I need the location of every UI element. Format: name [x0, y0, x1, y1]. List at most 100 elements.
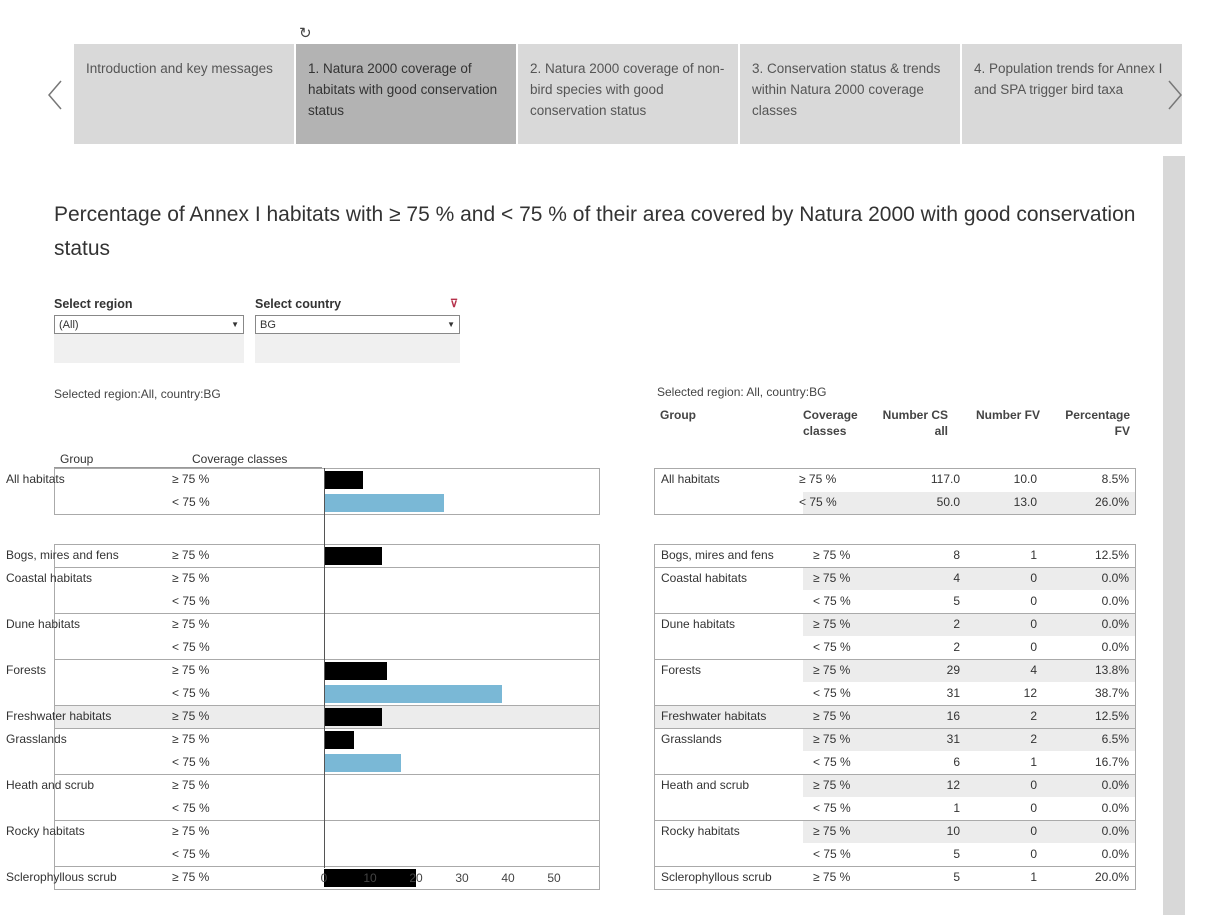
- chart-row: Sclerophyllous scrub ≥ 75 %: [0, 867, 272, 889]
- chart-row: < 75 %: [0, 492, 272, 514]
- table-cell-number-cs: 1: [953, 800, 960, 815]
- table-cell-number-fv: 0: [1030, 800, 1037, 815]
- chart-row-group-label: Grasslands: [6, 732, 67, 746]
- table-row: < 75 % 5 0 0.0%: [655, 844, 1135, 866]
- table-cell-number-cs: 10: [946, 824, 960, 838]
- table-cell-coverage: ≥ 75 %: [813, 548, 851, 562]
- chart-row: Forests ≥ 75 %: [0, 660, 272, 682]
- chart-row: < 75 %: [0, 637, 272, 659]
- table-cell-percentage: 16.7%: [1094, 754, 1129, 769]
- chart-row-coverage-label: < 75 %: [172, 800, 210, 815]
- tab-introduction[interactable]: Introduction and key messages: [74, 44, 294, 144]
- country-filter-label: Select country: [255, 297, 342, 311]
- table-cell-percentage: 0.0%: [1101, 617, 1129, 631]
- region-filter: Select region (All) ▼: [54, 293, 244, 363]
- chart-row-coverage-label: ≥ 75 %: [172, 732, 210, 746]
- tab-habitats-coverage[interactable]: 1. Natura 2000 coverage of habitats with…: [296, 44, 516, 144]
- x-tick-label: 10: [363, 871, 377, 885]
- table-cell-number-fv: 1: [1030, 548, 1037, 562]
- country-select[interactable]: BG ▼: [255, 315, 460, 334]
- tab-conservation-status[interactable]: 3. Conservation status & trends within N…: [740, 44, 960, 144]
- table-cell-coverage: < 75 %: [799, 494, 837, 509]
- table-row: < 75 % 6 1 16.7%: [655, 752, 1135, 774]
- table-cell-percentage: 38.7%: [1094, 685, 1129, 700]
- row-shade: [803, 729, 1135, 751]
- table-cell-group: Grasslands: [661, 732, 722, 746]
- table-cell-number-cs: 12: [946, 778, 960, 792]
- chart-row: < 75 %: [0, 591, 272, 613]
- tab-species-coverage[interactable]: 2. Natura 2000 coverage of non-bird spec…: [518, 44, 738, 144]
- page-title: Percentage of Annex I habitats with ≥ 75…: [54, 203, 1136, 260]
- bar: [324, 471, 364, 489]
- right-table-subtitle: Selected region: All, country:BG: [657, 385, 827, 399]
- chart-row: Dune habitats ≥ 75 %: [0, 614, 272, 636]
- chart-row: < 75 %: [0, 683, 272, 705]
- table-cell-number-cs: 50.0: [936, 494, 960, 509]
- table-cell-coverage: ≥ 75 %: [813, 732, 851, 746]
- table-cell-coverage: ≥ 75 %: [813, 870, 851, 884]
- chart-row-group-label: Coastal habitats: [6, 571, 93, 585]
- table-cell-group: Forests: [661, 663, 702, 677]
- region-filter-label: Select region: [54, 297, 133, 311]
- scrollbar[interactable]: [1163, 156, 1185, 915]
- clear-filter-icon[interactable]: ⊽: [450, 297, 458, 315]
- chart-row: Freshwater habitats ≥ 75 %: [0, 706, 272, 728]
- table-cell-percentage: 0.0%: [1101, 571, 1129, 585]
- chart-row-coverage-label: ≥ 75 %: [172, 472, 210, 486]
- bar: [324, 753, 401, 772]
- table-cell-number-fv: 12: [1023, 685, 1037, 700]
- x-tick-label: 30: [455, 871, 469, 885]
- story-tabs: Introduction and key messages 1. Natura …: [74, 44, 1182, 144]
- table-cell-number-fv: 1: [1030, 870, 1037, 884]
- left-header-coverage: Coverage classes: [192, 452, 288, 466]
- region-select[interactable]: (All) ▼: [54, 315, 244, 334]
- table-cell-group: Coastal habitats: [661, 571, 748, 585]
- table-cell-number-fv: 10.0: [1013, 472, 1037, 486]
- bar: [324, 662, 388, 680]
- table-cell-number-fv: 0: [1030, 593, 1037, 608]
- table-cell-percentage: 6.5%: [1101, 732, 1129, 746]
- table-cell-coverage: < 75 %: [813, 846, 851, 861]
- chart-row: Rocky habitats ≥ 75 %: [0, 821, 272, 843]
- chevron-left-icon[interactable]: [40, 75, 70, 115]
- chart-row: Grasslands ≥ 75 %: [0, 729, 272, 751]
- table-cell-number-cs: 8: [953, 548, 960, 562]
- chart-row-coverage-label: ≥ 75 %: [172, 824, 210, 838]
- chart-row-coverage-label: < 75 %: [172, 593, 210, 608]
- table-cell-number-cs: 117.0: [930, 472, 960, 486]
- chart-row-coverage-label: ≥ 75 %: [172, 617, 210, 631]
- chart-row-group-label: Freshwater habitats: [6, 709, 112, 723]
- left-header-group: Group: [60, 452, 94, 466]
- table-cell-percentage: 0.0%: [1101, 800, 1129, 815]
- table-cell-coverage: ≥ 75 %: [813, 571, 851, 585]
- chart-row-coverage-label: ≥ 75 %: [172, 778, 210, 792]
- table-cell-number-fv: 1: [1030, 754, 1037, 769]
- table-cell-number-fv: 4: [1030, 663, 1037, 677]
- chart-row-coverage-label: ≥ 75 %: [172, 571, 210, 585]
- chart-row-coverage-label: < 75 %: [172, 685, 210, 700]
- table-row: Grasslands ≥ 75 % 31 2 6.5%: [655, 729, 1135, 751]
- table-cell-number-cs: 5: [953, 870, 960, 884]
- table-cell-percentage: 0.0%: [1101, 593, 1129, 608]
- table-row: All habitats ≥ 75 % 117.0 10.0 8.5%: [655, 469, 1135, 491]
- chevron-right-icon[interactable]: [1160, 75, 1190, 115]
- left-chart-subtitle: Selected region:All, country:BG: [54, 387, 221, 401]
- row-shade: [803, 568, 1135, 590]
- zero-axis-line: [324, 468, 325, 868]
- table-cell-coverage: < 75 %: [813, 800, 851, 815]
- table-group: Sclerophyllous scrub ≥ 75 % 5 1 20.0%: [654, 866, 1136, 890]
- table-cell-coverage: ≥ 75 %: [799, 472, 837, 486]
- chart-row-group-label: All habitats: [6, 472, 65, 486]
- table-header-group: Group: [660, 408, 696, 422]
- refresh-icon[interactable]: ↻: [299, 24, 312, 42]
- table-cell-group: Dune habitats: [661, 617, 736, 631]
- table-group: Coastal habitats ≥ 75 % 4 0 0.0% < 75 % 5 0 0.0%: [654, 567, 1136, 614]
- chart-row: Bogs, mires and fens ≥ 75 %: [0, 545, 272, 567]
- bar: [324, 684, 503, 703]
- table-row: Coastal habitats ≥ 75 % 4 0 0.0%: [655, 568, 1135, 590]
- table-cell-number-cs: 5: [953, 846, 960, 861]
- chart-row-group-label: Rocky habitats: [6, 824, 85, 838]
- tab-population-trends[interactable]: 4. Population trends for Annex I and SPA…: [962, 44, 1182, 144]
- table-cell-percentage: 20.0%: [1094, 870, 1129, 884]
- chart-row-coverage-label: ≥ 75 %: [172, 709, 210, 723]
